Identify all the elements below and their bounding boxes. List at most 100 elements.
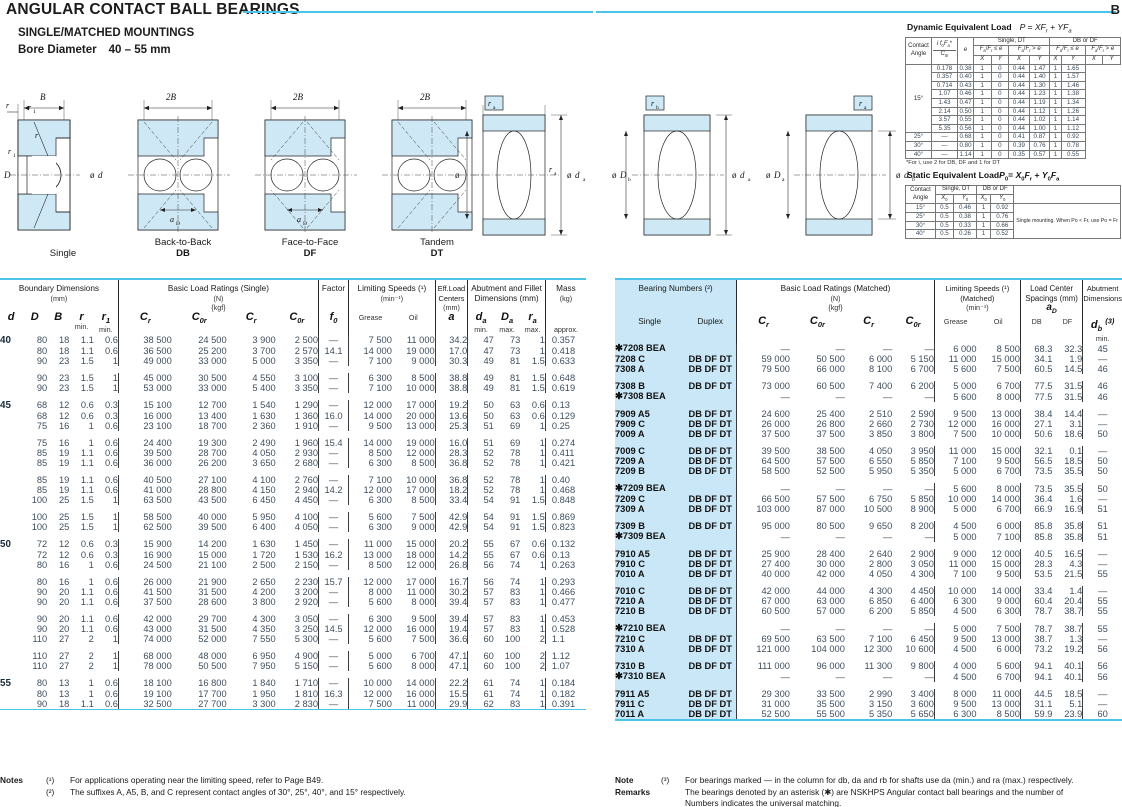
table-row[interactable]: 7911 A5 DB DF DT 29 300 33 500 2 990 3 400 8 0…: [615, 689, 1122, 700]
table-row[interactable]: 45 68 12 0.6 0.3 15 100 12 700 1 540 1 290—12 00…: [0, 399, 586, 411]
table-row[interactable]: 68 12 0.6 0.3 16 000 13 400 1 630 1 360 16.0 14 0…: [0, 410, 586, 421]
cell: 28 700: [198, 447, 227, 458]
table-row[interactable]: 90 20 1.1 0.6 43 000 31 500 4 350 3 250 14.5 12 0…: [0, 623, 586, 634]
cell-gy: 1.02: [1028, 115, 1051, 125]
cell-e: 0.46: [957, 89, 974, 100]
table-row[interactable]: 90 23 1.5 1 45 000 30 500 4 550 3 100—6 300 8 50…: [0, 372, 586, 383]
table-row[interactable]: 7309 A DB DF DT 103 000 87 000 10 500 8 900 5 …: [615, 504, 1122, 515]
cell-oil: 8 500: [996, 709, 1020, 720]
table-row[interactable]: 7011 A DB DF DT 52 500 55 500 5 350 5 650 6 30…: [615, 709, 1122, 720]
table-row[interactable]: 7909 C DB DF DT 26 000 26 800 2 660 2 730 12 0…: [615, 419, 1122, 430]
table-row[interactable]: 7009 C DB DF DT 39 500 38 500 4 050 3 950 11 0…: [615, 446, 1122, 457]
cell-cr: 95 000: [736, 521, 790, 532]
table-row[interactable]: 7309 B DB DF DT 95 000 80 500 9 650 8 200 4 50…: [615, 521, 1122, 532]
table-row[interactable]: 85 19 1.1 0.6 36 000 26 200 3 650 2 680—6 300 8 …: [0, 457, 586, 468]
table-row[interactable]: 90 20 1.1 0.6 37 500 28 600 3 800 2 920—5 600 8 …: [0, 596, 586, 607]
cell-cr: 27 400: [736, 559, 790, 570]
table-row[interactable]: 75 16 1 0.6 24 400 19 300 2 490 1 960 15.4 14 000…: [0, 437, 586, 448]
cell-sx: 0.5: [935, 211, 954, 222]
cell: 14.5: [317, 623, 349, 634]
row-spacer-band: [615, 402, 737, 410]
table-row[interactable]: 7210 A DB DF DT 67 000 63 000 6 850 6 400 6 30…: [615, 596, 1122, 607]
table-row[interactable]: ✱7310 BEA — — — —4 500 6 700 94.1 40.1 56: [615, 671, 1122, 683]
cell-crk: —: [882, 531, 893, 542]
table-row[interactable]: 7208 C DB DF DT 59 000 50 500 6 000 5 150 11 0…: [615, 354, 1122, 365]
cell-db: 36.4: [1019, 494, 1053, 505]
bore-diameter-cell: [0, 458, 22, 468]
table-row[interactable]: 50 72 12 0.6 0.3 15 900 14 200 1 630 1 450—11 00…: [0, 538, 586, 550]
bearing-number-single: 7209 C: [615, 494, 685, 505]
table-row[interactable]: 7009 A DB DF DT 37 500 37 500 3 850 3 800 7 50…: [615, 429, 1122, 440]
hd-sym-r1: r1 min.: [99, 310, 113, 335]
table-row[interactable]: 7310 A DB DF DT 121 000 104 000 12 300 10 600…: [615, 644, 1122, 655]
cell: 1 840: [252, 678, 276, 689]
table-row[interactable]: ✱7208 BEA — — — —6 000 8 500 68.3 32.3 45: [615, 343, 1122, 355]
table-row[interactable]: 110 27 2 1 78 000 50 500 7 950 5 150—5 600 8 000…: [0, 660, 586, 671]
table-row[interactable]: 100 25 1.5 1 58 500 40 000 5 950 4 100—5 600 7 5…: [0, 511, 586, 522]
table-row[interactable]: 110 27 2 1 68 000 48 000 6 950 4 900—5 000 6 700…: [0, 650, 586, 661]
table-row[interactable]: 7010 C DB DF DT 42 000 44 000 4 300 4 450 10 0…: [615, 586, 1122, 597]
table-row[interactable]: 75 16 1 0.6 23 100 18 700 2 360 1 910—9 500 13 0…: [0, 420, 586, 431]
table-row[interactable]: 7209 B DB DF DT 58 500 52 500 5 950 5 350 5 00…: [615, 466, 1122, 477]
table-row[interactable]: 90 18 1.1 0.6 32 500 27 700 3 300 2 830—7 500 11…: [0, 698, 586, 709]
table-row[interactable]: 80 13 1 0.6 19 100 17 700 1 950 1 810 16.3 12 000…: [0, 688, 586, 699]
table-row[interactable]: 85 19 1.1 0.6 41 000 28 800 4 150 2 940 14.2 12 0…: [0, 484, 586, 495]
bore-diameter-cell: [0, 550, 22, 560]
table-row[interactable]: 7210 B DB DF DT 60 500 57 000 6 200 5 850 4 50…: [615, 606, 1122, 617]
cell-e: 0.38: [957, 63, 974, 74]
table-row[interactable]: 7209 C DB DF DT 66 500 57 500 6 750 5 850 10 0…: [615, 494, 1122, 505]
table-row[interactable]: 7910 A5 DB DF DT 25 900 28 400 2 640 2 900 9 0…: [615, 549, 1122, 560]
table-row[interactable]: 55 80 13 1 0.6 18 100 16 800 1 840 1 710—10 000 1…: [0, 677, 586, 689]
left-footnotes: Notes (¹) For applications operating near …: [0, 775, 586, 798]
table-row[interactable]: 7010 A DB DF DT 40 000 42 000 4 050 4 300 7 10…: [615, 569, 1122, 580]
table-row[interactable]: 7308 B DB DF DT 73 000 60 500 7 400 6 200 5 00…: [615, 381, 1122, 392]
table-row[interactable]: 90 20 1.1 0.6 42 000 29 700 4 300 3 050—6 300 9 …: [0, 613, 586, 624]
table-row[interactable]: 90 23 1.5 1 49 000 33 000 5 000 3 350—7 100 9 00…: [0, 355, 586, 366]
table-row[interactable]: 7310 B DB DF DT 111 000 96 000 11 300 9 800 4 …: [615, 661, 1122, 672]
table-row[interactable]: ✱7210 BEA — — — —5 000 7 500 78.7 38.7 55: [615, 623, 1122, 635]
cell: 85: [36, 474, 48, 485]
cell-sx: 1: [973, 149, 992, 160]
cell: 20: [59, 596, 70, 607]
table-row[interactable]: 100 25 1.5 1 63 500 43 500 6 450 4 450—6 300 8 5…: [0, 494, 586, 505]
bearing-number-duplex: DB DF DT: [684, 634, 737, 645]
table-row[interactable]: 40 80 18 1.1 0.6 38 500 24 500 3 900 2 500—7 500…: [0, 334, 586, 346]
cell: 9 500: [411, 613, 435, 624]
table-row[interactable]: 80 18 1.1 0.6 36 500 25 200 3 700 2 570 14.1 14 0…: [0, 345, 586, 356]
row-spacer-band: [615, 476, 737, 484]
table-row[interactable]: 85 19 1.1 0.6 40 500 27 100 4 100 2 760—7 100 10…: [0, 474, 586, 485]
cell-oil: 6 700: [996, 466, 1020, 477]
cell-gx: 0.35: [1008, 149, 1030, 160]
cell: 1.1: [80, 596, 94, 607]
table-row[interactable]: 7308 A DB DF DT 79 500 66 000 8 100 6 700 5 60…: [615, 364, 1122, 375]
cell: 52: [467, 474, 494, 485]
cell: 67: [509, 549, 521, 560]
table-row[interactable]: 72 12 0.6 0.3 16 900 15 000 1 720 1 530 16.2 13 0…: [0, 549, 586, 560]
table-row[interactable]: 100 25 1.5 1 62 500 39 500 6 400 4 050—6 300 9 0…: [0, 521, 586, 532]
cell-dy: 0.78: [1060, 141, 1086, 151]
table-row[interactable]: 7209 A DB DF DT 64 500 57 500 6 550 5 850 7 10…: [615, 456, 1122, 467]
table-row[interactable]: ✱7308 BEA — — — —5 600 8 000 77.5 31.5 46: [615, 391, 1122, 403]
table-row[interactable]: 7210 C DB DF DT 69 500 63 500 7 100 6 450 9 50…: [615, 634, 1122, 645]
cell: 36 000: [117, 457, 172, 468]
hd-factor: Factor: [317, 280, 349, 313]
table-row[interactable]: 90 23 1.5 1 53 000 33 000 5 400 3 350—7 100 10 0…: [0, 382, 586, 393]
table-row[interactable]: 80 16 1 0.6 26 000 21 900 2 650 2 230 15.7 12 000…: [0, 576, 586, 587]
cell: 47: [467, 345, 494, 356]
cell: —: [317, 596, 349, 607]
table-row[interactable]: 110 27 2 1 74 000 52 000 7 550 5 300—5 600 7 500…: [0, 633, 586, 644]
bearing-number-duplex: DB DF DT: [684, 364, 737, 375]
table-row[interactable]: ✱7209 BEA — — — —5 600 8 000 73.5 35.5 50: [615, 483, 1122, 495]
cell: 36 500: [117, 345, 172, 356]
table-row[interactable]: 7910 C DB DF DT 27 400 30 000 2 800 3 050 11 0…: [615, 559, 1122, 570]
cell-e: 0.68: [957, 132, 974, 143]
table-row[interactable]: 80 16 1 0.6 24 500 21 100 2 500 2 150—8 500 12 0…: [0, 559, 586, 570]
svg-text:D: D: [619, 170, 627, 180]
table-row[interactable]: 7909 A5 DB DF DT 24 600 25 400 2 510 2 590 9 5…: [615, 409, 1122, 420]
hd-boundary: Boundary Dimensions (mm): [18, 284, 99, 303]
table-row[interactable]: 90 20 1.1 0.6 41 500 31 500 4 200 3 200—8 000 11…: [0, 586, 586, 597]
cell-dx: 1: [1049, 132, 1062, 143]
table-row[interactable]: 85 19 1.1 0.6 39 500 28 700 4 050 2 930—8 500 12…: [0, 447, 586, 458]
table-row[interactable]: ✱7309 BEA — — — —5 000 7 100 85.8 35.8 51: [615, 531, 1122, 543]
table-row[interactable]: 7911 C DB DF DT 31 000 35 500 3 150 3 600 9 50…: [615, 699, 1122, 710]
